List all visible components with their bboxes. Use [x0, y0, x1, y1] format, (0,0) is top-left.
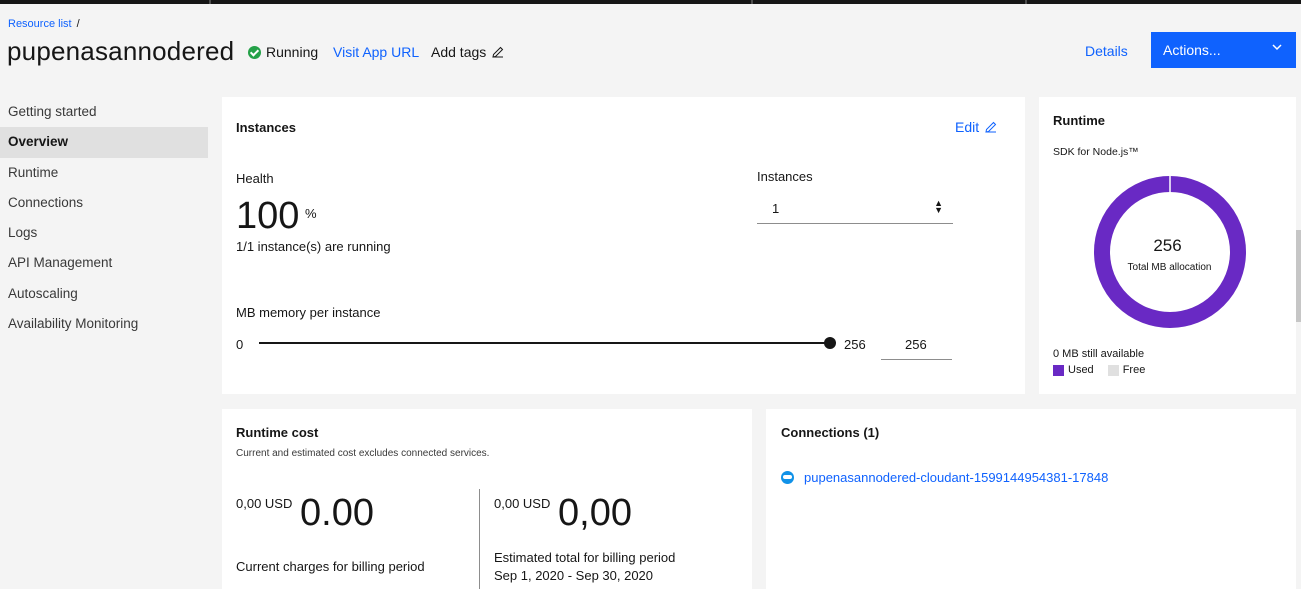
visit-app-url-link[interactable]: Visit App URL	[333, 44, 419, 60]
current-cost-big: 0.00	[300, 492, 374, 534]
memory-slider-handle[interactable]	[824, 337, 836, 349]
instances-stepper[interactable]: 1 ▲ ▼	[757, 192, 953, 224]
estimated-cost-label: Estimated total for billing period	[494, 550, 676, 565]
sidebar-item-overview[interactable]: Overview	[0, 127, 208, 158]
sidebar-item-runtime[interactable]: Runtime	[0, 158, 208, 188]
slider-min-label: 0	[236, 337, 244, 352]
details-link[interactable]: Details	[1085, 43, 1128, 59]
runtime-card-title: Runtime	[1053, 113, 1105, 128]
sidebar-item-logs[interactable]: Logs	[0, 218, 208, 248]
legend-free-label: Free	[1122, 364, 1146, 376]
connection-item-label: pupenasannodered-cloudant-1599144954381-…	[804, 470, 1109, 485]
instances-card-title: Instances	[236, 120, 296, 135]
billing-period-range: Sep 1, 2020 - Sep 30, 2020	[494, 568, 654, 583]
breadcrumb-resource-list-link[interactable]: Resource list	[8, 18, 72, 30]
memory-slider-track[interactable]	[259, 342, 831, 344]
runtime-cost-title: Runtime cost	[236, 425, 319, 440]
edit-pencil-icon	[492, 46, 504, 58]
add-tags-label: Add tags	[431, 44, 487, 60]
donut-total-label: Total MB allocation	[1127, 262, 1212, 273]
legend-used: Used	[1053, 364, 1094, 376]
instances-stepper-value: 1	[772, 201, 780, 216]
health-label: Health	[236, 171, 274, 186]
runtime-cost-subtitle: Current and estimated cost excludes conn…	[236, 448, 490, 459]
actions-button[interactable]: Actions...	[1151, 32, 1296, 68]
stepper-arrows-icon[interactable]: ▲ ▼	[934, 199, 943, 215]
memory-input-value: 256	[905, 337, 927, 352]
health-value: 100	[236, 195, 300, 237]
connections-card-title: Connections (1)	[781, 425, 880, 440]
add-tags-button[interactable]: Add tags	[431, 44, 504, 60]
sidebar-item-availability-monitoring[interactable]: Availability Monitoring	[0, 309, 208, 339]
breadcrumb-separator: /	[76, 18, 80, 30]
estimated-cost-big: 0,00	[558, 492, 632, 534]
chevron-down-icon	[1272, 44, 1282, 51]
sidebar-item-connections[interactable]: Connections	[0, 188, 208, 218]
check-circle-icon	[248, 45, 261, 59]
top-bar	[0, 0, 1301, 4]
instances-running-text: 1/1 instance(s) are running	[236, 239, 391, 254]
legend-used-label: Used	[1068, 364, 1094, 376]
sdk-label: SDK for Node.js™	[1053, 146, 1139, 158]
page-scrollbar[interactable]	[1296, 230, 1301, 322]
donut-legend: Used Free	[1053, 364, 1159, 376]
sidebar-item-autoscaling[interactable]: Autoscaling	[0, 279, 208, 309]
instances-card: Instances Edit Health 100 % 1/1 instance…	[222, 97, 1025, 394]
cost-divider	[479, 489, 480, 589]
status-badge: Running	[248, 44, 318, 60]
runtime-card: Runtime SDK for Node.js™ 256 Total MB al…	[1039, 97, 1296, 394]
sidebar-item-api-management[interactable]: API Management	[0, 248, 208, 278]
edit-instances-button[interactable]: Edit	[955, 119, 997, 135]
sidebar-item-getting-started[interactable]: Getting started	[0, 97, 208, 127]
cloudant-service-icon	[781, 471, 794, 484]
current-cost-label: Current charges for billing period	[236, 559, 425, 574]
slider-max-label: 256	[844, 337, 866, 352]
connections-card: Connections (1) pupenasannodered-cloudan…	[766, 409, 1296, 589]
sidebar-nav: Getting started Overview Runtime Connect…	[0, 97, 208, 339]
edit-pencil-icon	[985, 121, 997, 133]
connection-item[interactable]: pupenasannodered-cloudant-1599144954381-…	[781, 470, 1108, 485]
estimated-cost-small: 0,00 USD	[494, 496, 551, 511]
legend-used-swatch	[1053, 364, 1064, 376]
runtime-cost-card: Runtime cost Current and estimated cost …	[222, 409, 752, 589]
donut-total-value: 256	[1153, 236, 1182, 255]
page-title: pupenasannodered	[7, 36, 235, 66]
actions-label: Actions...	[1163, 42, 1221, 58]
breadcrumb: Resource list /	[8, 18, 80, 30]
instances-count-label: Instances	[757, 169, 813, 184]
current-cost-small: 0,00 USD	[236, 496, 293, 511]
status-text: Running	[266, 44, 319, 60]
legend-free: Free	[1107, 364, 1146, 376]
memory-available-text: 0 MB still available	[1053, 348, 1145, 360]
memory-label: MB memory per instance	[236, 305, 381, 320]
memory-input[interactable]: 256	[881, 329, 952, 360]
legend-free-swatch	[1107, 364, 1119, 376]
edit-label: Edit	[955, 119, 980, 135]
health-unit: %	[305, 206, 317, 221]
